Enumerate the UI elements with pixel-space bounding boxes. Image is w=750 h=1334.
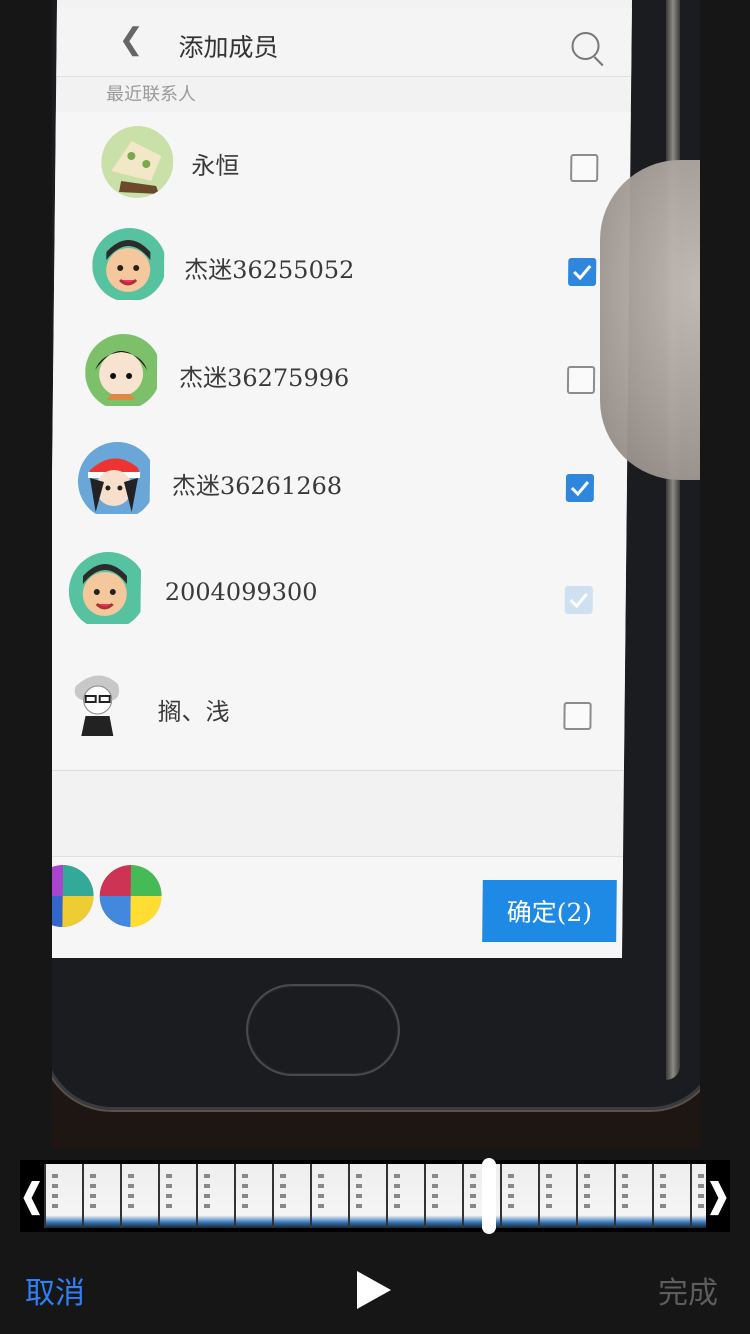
frame-thumbnail (538, 1164, 576, 1228)
contact-row: 2004099300 (52, 540, 627, 655)
frame-thumbnail (82, 1164, 120, 1228)
avatar (68, 552, 147, 630)
video-preview: ❮ 添加成员 最近联系人 永恒 杰迷36255052 杰迷36275996 杰迷… (52, 0, 700, 1148)
contact-row: 永恒 (54, 112, 631, 217)
video-timeline[interactable]: ❰ ❱ (18, 1158, 733, 1234)
confirm-button[interactable]: 确定(2) (482, 880, 617, 942)
frame-thumbnail (310, 1164, 348, 1228)
avatar (100, 126, 174, 198)
contact-name: 杰迷36275996 (178, 364, 350, 392)
contact-name: 永恒 (191, 152, 240, 180)
screen-nav-bar: ❮ 添加成员 (56, 8, 632, 77)
select-checkbox[interactable] (566, 366, 596, 394)
frame-thumbnail (44, 1164, 82, 1228)
select-checkbox[interactable] (565, 474, 595, 502)
avatar (61, 666, 142, 746)
frame-thumbnail (386, 1164, 424, 1228)
selected-avatar (52, 865, 94, 927)
contact-name: 2004099300 (164, 578, 318, 606)
contact-row: 杰迷36275996 (52, 322, 629, 431)
avatar (91, 228, 167, 302)
contact-row: 杰迷36261268 (52, 430, 628, 541)
frame-thumbnail (196, 1164, 234, 1228)
frame-thumbnail (652, 1164, 690, 1228)
select-checkbox[interactable] (570, 154, 599, 182)
select-checkbox-disabled (564, 586, 593, 614)
contact-row: 搁、浅 (52, 654, 626, 771)
contact-name: 搁、浅 (157, 698, 230, 726)
frame-thumbnail (424, 1164, 462, 1228)
phone-screen: ❮ 添加成员 最近联系人 永恒 杰迷36255052 杰迷36275996 杰迷… (52, 0, 633, 958)
playhead[interactable] (482, 1158, 496, 1234)
frame-thumbnail (500, 1164, 538, 1228)
trim-start-handle[interactable]: ❰ (18, 1160, 47, 1232)
frame-thumbnail (158, 1164, 196, 1228)
avatar (84, 334, 162, 410)
avatar (77, 442, 157, 520)
contact-name: 杰迷36255052 (184, 256, 355, 284)
screen-title: 添加成员 (178, 33, 279, 62)
frame-thumbnail (614, 1164, 652, 1228)
frame-thumbnails (44, 1164, 706, 1228)
search-icon (571, 32, 600, 60)
done-button[interactable]: 完成 (658, 1268, 718, 1312)
select-checkbox[interactable] (563, 702, 592, 730)
select-checkbox[interactable] (568, 258, 597, 286)
frame-thumbnail (348, 1164, 386, 1228)
trim-end-handle[interactable]: ❱ (704, 1160, 733, 1232)
frame-thumbnail (272, 1164, 310, 1228)
cancel-button[interactable]: 取消 (25, 1268, 85, 1312)
finger (600, 160, 700, 480)
frame-thumbnail (576, 1164, 614, 1228)
frame-thumbnail (120, 1164, 158, 1228)
section-label: 最近联系人 (105, 84, 197, 105)
play-icon[interactable] (357, 1271, 391, 1309)
frame-thumbnail (234, 1164, 272, 1228)
home-button (246, 984, 400, 1076)
contact-name: 杰迷36261268 (171, 472, 343, 500)
back-icon: ❮ (118, 22, 144, 57)
contact-row: 杰迷36255052 (53, 216, 630, 323)
selected-avatar (99, 865, 162, 927)
